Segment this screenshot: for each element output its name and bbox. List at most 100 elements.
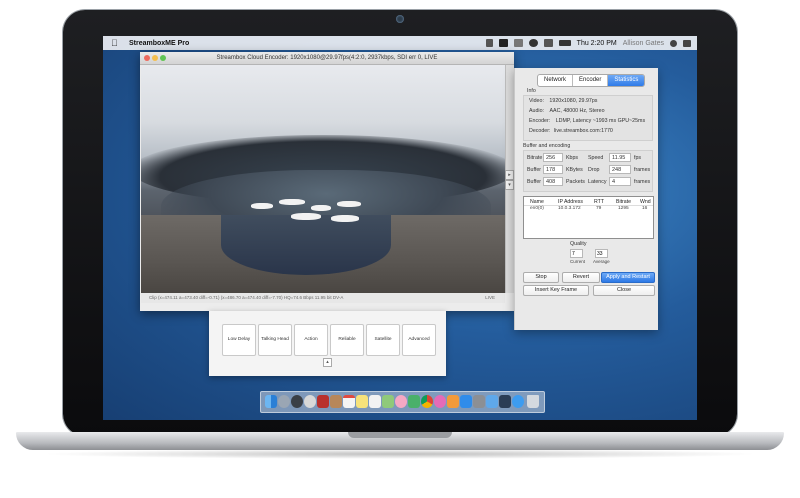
- panel-tabs: Network Encoder Statistics: [537, 74, 646, 87]
- clock[interactable]: Thu 2:20 PM: [577, 40, 617, 47]
- display-icon[interactable]: [513, 39, 523, 47]
- table-cell-wnd: 16: [642, 206, 648, 211]
- menu-bar:  StreamboxME Pro Thu 2:20 PM Allison Ga…: [103, 36, 697, 50]
- table-cell-bitrate: 1295: [618, 206, 629, 211]
- buffer-packets-field[interactable]: 408: [543, 177, 563, 186]
- close-button[interactable]: Close: [593, 285, 655, 296]
- buffer-kb-label: Buffer: [527, 167, 542, 173]
- app-store-icon[interactable]: [460, 395, 472, 408]
- boat-image: [291, 213, 321, 220]
- table-cell-ip: 10.0.3.172: [558, 206, 581, 211]
- wifi-icon[interactable]: [528, 39, 538, 47]
- preset-action[interactable]: Action: [294, 324, 328, 356]
- info-label: Video:: [529, 98, 544, 104]
- messages-icon[interactable]: [408, 395, 420, 408]
- tab-statistics[interactable]: Statistics: [608, 75, 645, 86]
- window-titlebar: Streambox Cloud Encoder: 1920x1080@29.97…: [140, 52, 514, 65]
- network-table[interactable]: Name IP Address RTT Bitrate Wnd en0(0) 1…: [523, 196, 654, 239]
- info-value: AAC, 48000 Hz, Stereo: [549, 108, 605, 114]
- streambox-icon[interactable]: [499, 395, 511, 408]
- presets-panel: Low Delay Talking Head Action Reliable S…: [209, 311, 446, 376]
- notification-center-icon[interactable]: [683, 39, 691, 47]
- launchpad-icon[interactable]: [278, 395, 290, 408]
- tab-network[interactable]: Network: [538, 75, 574, 86]
- info-value: LDMP, Latency ~1993 ms GPU~25ms: [555, 118, 646, 124]
- preset-talking-head[interactable]: Talking Head: [258, 324, 292, 356]
- latency-field[interactable]: 4: [609, 177, 631, 186]
- chevron-up-icon[interactable]: ▴: [323, 358, 332, 367]
- itunes-icon[interactable]: [434, 395, 446, 408]
- maps-icon[interactable]: [382, 395, 394, 408]
- boat-image: [311, 205, 331, 211]
- compass-icon[interactable]: [304, 395, 316, 408]
- insert-key-frame-button[interactable]: Insert Key Frame: [523, 285, 589, 296]
- quality-current-label: Current: [570, 259, 586, 264]
- encoder-window: Streambox Cloud Encoder: 1920x1080@29.97…: [140, 52, 514, 311]
- apply-restart-button[interactable]: Apply and Restart: [601, 272, 655, 283]
- speed-unit: fps: [634, 155, 642, 161]
- bitrate-field[interactable]: 256: [543, 153, 563, 162]
- info-section-title: Info: [527, 88, 536, 94]
- zoom-window-icon[interactable]: [160, 55, 166, 61]
- status-icon[interactable]: [485, 39, 493, 47]
- volume-icon[interactable]: [543, 39, 553, 47]
- info-label: Audio:: [529, 108, 545, 114]
- tab-encoder[interactable]: Encoder: [573, 75, 609, 86]
- ibooks-icon[interactable]: [447, 395, 459, 408]
- latency-label: Latency: [588, 179, 607, 185]
- drop-label: Drop: [588, 167, 600, 173]
- stop-button[interactable]: Stop: [523, 272, 559, 283]
- collapse-down-icon[interactable]: ▾: [505, 180, 514, 190]
- preset-advanced[interactable]: Advanced: [402, 324, 436, 356]
- mail-icon[interactable]: [486, 395, 498, 408]
- info-video: Video: 1920x1080, 29.97ps: [529, 98, 597, 104]
- info-decoder: Decoder: live.streambox.com:1770: [529, 128, 613, 134]
- photo-booth-icon[interactable]: [317, 395, 329, 408]
- battery-icon[interactable]: [558, 40, 571, 46]
- boat-image: [337, 201, 361, 207]
- revert-button[interactable]: Revert: [562, 272, 600, 283]
- calendar-icon[interactable]: [343, 395, 355, 408]
- finder-icon[interactable]: [265, 395, 277, 408]
- reminders-icon[interactable]: [369, 395, 381, 408]
- menu-bar-extras: Thu 2:20 PM Allison Gates: [485, 36, 691, 50]
- quality-average-label: Average: [593, 259, 610, 264]
- drop-unit: frames: [634, 167, 651, 173]
- buffer-packets-label: Buffer: [527, 179, 542, 185]
- collapse-right-icon[interactable]: ▸: [505, 170, 514, 180]
- preset-satellite[interactable]: Satellite: [366, 324, 400, 356]
- drop-field[interactable]: 248: [609, 165, 631, 174]
- quicktime-icon[interactable]: [291, 395, 303, 408]
- user-name[interactable]: Allison Gates: [623, 40, 664, 47]
- buffer-section-title: Buffer and encoding: [523, 143, 571, 149]
- bitrate-unit: Kbps: [566, 155, 579, 161]
- info-encoder: Encoder: LDMP, Latency ~1993 ms GPU~25ms: [529, 118, 645, 124]
- video-preview[interactable]: [141, 65, 505, 293]
- quality-average-field: 33: [595, 249, 608, 258]
- speed-label: Speed: [588, 155, 604, 161]
- minimize-window-icon[interactable]: [152, 55, 158, 61]
- photos-icon[interactable]: [395, 395, 407, 408]
- notes-icon[interactable]: [356, 395, 368, 408]
- quality-current-field: 7: [570, 249, 583, 258]
- chrome-icon[interactable]: [421, 395, 433, 408]
- adobe-icon[interactable]: [498, 39, 508, 47]
- speed-field[interactable]: 11.95: [609, 153, 631, 162]
- status-live: LIVE: [485, 295, 495, 300]
- spotlight-icon[interactable]: [670, 39, 677, 47]
- table-cell-name: en0(0): [530, 206, 544, 211]
- quality-title: Quality: [570, 241, 587, 247]
- laptop-notch: [348, 432, 452, 438]
- close-window-icon[interactable]: [144, 55, 150, 61]
- app-menu-name[interactable]: StreamboxME Pro: [129, 40, 189, 47]
- buffer-kb-field[interactable]: 178: [543, 165, 563, 174]
- window-title: Streambox Cloud Encoder: 1920x1080@29.97…: [216, 55, 438, 61]
- safari-icon[interactable]: [512, 395, 524, 408]
- preset-low-delay[interactable]: Low Delay: [222, 324, 256, 356]
- trash-icon[interactable]: [527, 395, 539, 408]
- apple-menu-icon[interactable]: : [111, 38, 121, 48]
- system-preferences-icon[interactable]: [473, 395, 485, 408]
- preset-reliable[interactable]: Reliable: [330, 324, 364, 356]
- contacts-icon[interactable]: [330, 395, 342, 408]
- bitrate-label: Bitrate: [527, 155, 543, 161]
